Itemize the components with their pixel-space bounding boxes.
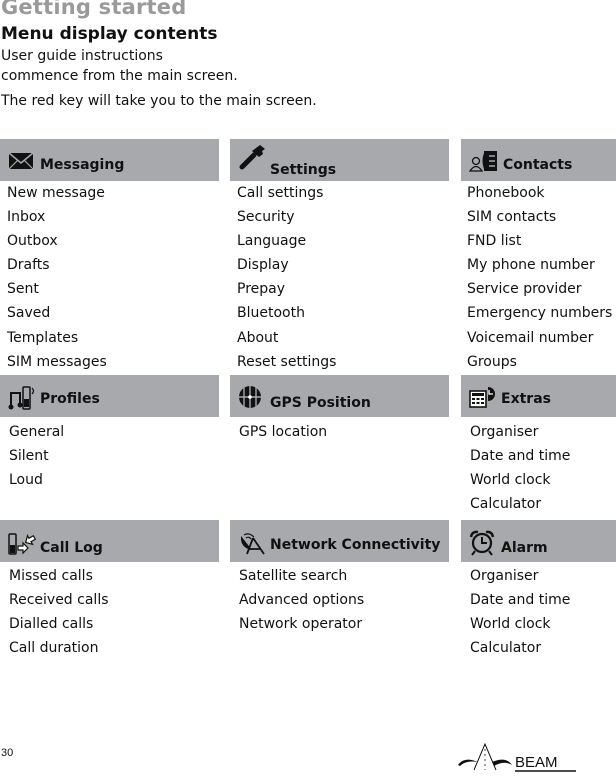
menu-item: Saved (7, 305, 51, 322)
menu-header-alarm: Alarm (461, 520, 616, 562)
menu-item: Missed calls (9, 568, 93, 584)
gps-position-list: GPS location (239, 420, 327, 444)
menu-item: Call duration (9, 640, 99, 657)
menu-item: World clock (470, 616, 551, 633)
music-phone-icon (8, 385, 36, 410)
menu-item: Groups (467, 353, 517, 370)
alarm-list: Organiser Date and time World clock Calcula… (470, 564, 570, 660)
menu-item: My phone number (467, 257, 595, 274)
menu-title: Network Connectivity (270, 537, 441, 553)
menu-item: World clock (470, 472, 551, 489)
menu-item: Dialled calls (9, 616, 94, 633)
menu-title: Messaging (40, 157, 125, 173)
menu-item: SIM messages (7, 353, 107, 370)
alarm-clock-icon (469, 530, 497, 556)
satellite-dish-icon (238, 530, 266, 555)
menu-item: Bluetooth (237, 305, 305, 322)
menu-item: Templates (7, 329, 79, 346)
menu-header-profiles: Profiles (0, 375, 219, 417)
intro-line-2: commence from the main screen. (1, 68, 238, 84)
menu-header-call-log: Call Log (0, 520, 219, 562)
wrench-icon (238, 145, 266, 173)
contacts-list: Phonebook SIM contacts FND list My phone nu… (467, 181, 612, 374)
settings-list: Call settings Security Language Display Prep… (237, 181, 336, 374)
menu-header-messaging: Messaging (0, 139, 219, 181)
menu-item: Received calls (9, 592, 109, 609)
page-title: Menu display contents (1, 24, 218, 44)
menu-header-extras: Extras (461, 375, 616, 417)
menu-item: Loud (9, 472, 43, 489)
menu-title: Profiles (40, 391, 100, 407)
globe-icon (238, 385, 266, 409)
menu-item: Inbox (7, 209, 46, 226)
menu-header-network-connectivity: Network Connectivity (230, 520, 449, 562)
menu-item: Display (237, 257, 289, 274)
menu-item: Phonebook (467, 185, 545, 201)
menu-item: Date and time (470, 592, 571, 609)
call-log-list: Missed calls Received calls Dialled calls C… (9, 564, 109, 660)
menu-item: About (237, 329, 279, 346)
menu-item: SIM contacts (467, 209, 557, 226)
menu-item: Advanced options (239, 592, 365, 609)
menu-item: GPS location (239, 424, 328, 440)
menu-item: New message (7, 185, 105, 201)
menu-item: Service provider (467, 281, 582, 298)
menu-item: Network operator (239, 616, 363, 633)
menu-item: Outbox (7, 233, 58, 250)
menu-item: FND list (467, 233, 522, 250)
messaging-list: New message Inbox Outbox Drafts Sent Saved Tem… (7, 181, 107, 374)
beam-logo: BEAM (456, 740, 580, 772)
menu-title: GPS Position (270, 395, 371, 411)
menu-item: General (9, 424, 65, 440)
page-number: 30 (1, 747, 14, 759)
calculator-clock-icon (469, 385, 497, 409)
menu-item: Voicemail number (467, 329, 594, 346)
extras-list: Organiser Date and time World clock Calcula… (470, 420, 570, 516)
menu-title: Call Log (40, 540, 103, 556)
menu-item: Silent (9, 448, 49, 465)
menu-title: Alarm (501, 540, 548, 556)
menu-item: Prepay (237, 281, 286, 298)
menu-header-settings: Settings (230, 139, 449, 181)
menu-item: Calculator (470, 496, 542, 513)
menu-item: Emergency numbers (467, 305, 613, 322)
menu-item: Organiser (470, 424, 539, 440)
logo-text: BEAM (515, 754, 558, 771)
menu-item: Satellite search (239, 568, 348, 584)
menu-item: Reset settings (237, 353, 337, 370)
menu-item: Sent (7, 281, 39, 298)
menu-title: Contacts (503, 157, 573, 173)
menu-item: Language (237, 233, 307, 250)
menu-header-contacts: Contacts (461, 139, 616, 181)
network-connectivity-list: Satellite search Advanced options Network … (239, 564, 364, 636)
profiles-list: General Silent Loud (9, 420, 64, 492)
menu-item: Drafts (7, 257, 50, 274)
menu-item: Calculator (470, 640, 542, 657)
menu-item: Call settings (237, 185, 324, 201)
intro-line-3: The red key will take you to the main sc… (1, 93, 317, 109)
menu-header-gps-position: GPS Position (230, 375, 449, 417)
phone-arrows-icon (8, 530, 37, 555)
intro-line-1: User guide instructions (1, 48, 163, 64)
menu-title: Settings (270, 162, 337, 178)
envelope-icon (8, 149, 36, 173)
menu-item: Security (237, 209, 295, 226)
menu-title: Extras (501, 391, 551, 407)
menu-item: Date and time (470, 448, 571, 465)
menu-item: Organiser (470, 568, 539, 584)
contacts-book-icon (468, 149, 499, 173)
section-label: Getting started (1, 0, 187, 19)
